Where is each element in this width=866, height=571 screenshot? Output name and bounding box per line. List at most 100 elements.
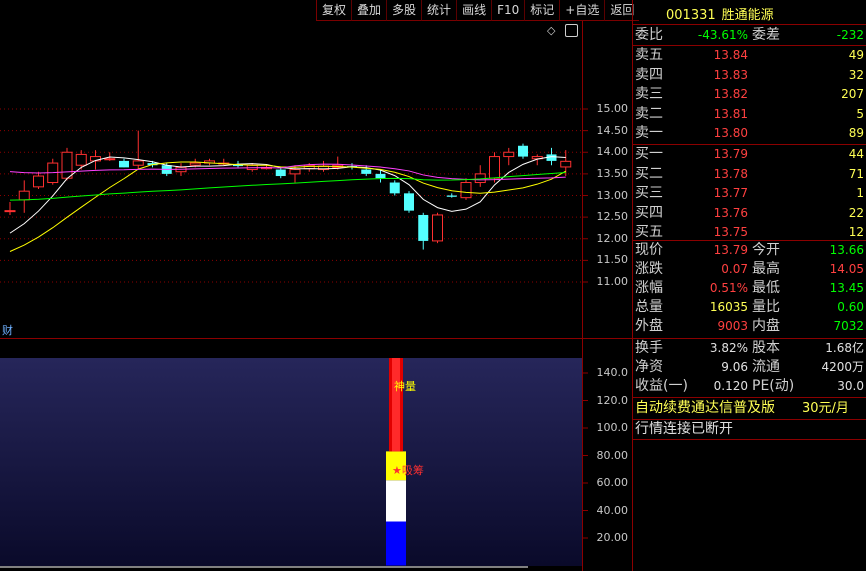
quote-row: 涨跌 0.07 最高 14.05: [634, 260, 866, 279]
quote-value: 0.51%: [709, 281, 748, 295]
asks-label: 卖四: [635, 66, 663, 83]
fund-label: 流通: [752, 359, 780, 375]
candle-body: [61, 151, 73, 179]
quote-label: 涨幅: [635, 280, 663, 296]
y-tick-label: 12.50: [596, 210, 629, 224]
stock-code: 001331: [666, 8, 716, 23]
status-text: 行情连接已断开: [635, 421, 733, 437]
toolbar-button[interactable]: 复权: [316, 0, 352, 21]
y-tick-label: 14.00: [596, 145, 629, 159]
quote-row: 外盘 9003 内盘 7032: [634, 317, 866, 336]
toolbar-button[interactable]: 多股: [386, 0, 422, 21]
bids-volume: 44: [848, 147, 864, 161]
candle-body: [518, 145, 528, 157]
indicator-label-top: 神量: [394, 380, 416, 393]
toolbar-button[interactable]: F10: [491, 0, 525, 21]
diamond-icon[interactable]: ◇: [547, 25, 559, 37]
asks-label: 卖五: [635, 47, 663, 63]
y-tick-label: 11.50: [596, 253, 629, 267]
indicator-y-tick-label: 20.00: [596, 531, 629, 544]
asks-price: 13.81: [713, 106, 748, 121]
indicator-y-tick-label: 40.00: [596, 503, 629, 517]
asks-label: 卖一: [635, 125, 663, 141]
indicator-bar-highlight: [392, 358, 400, 452]
toolbar-button[interactable]: +自选: [559, 0, 605, 21]
bids-row[interactable]: 买四 13.76 22: [634, 204, 866, 223]
toolbar-button[interactable]: 返回: [604, 0, 640, 21]
fund-value: 3.82%: [709, 341, 748, 355]
asks-price: 13.82: [713, 87, 748, 101]
weibi-value: -43.61%: [697, 28, 748, 42]
candle-body: [489, 156, 500, 179]
quote-value: 13.66: [829, 243, 864, 257]
panel-divider: [632, 0, 633, 571]
asks-row[interactable]: 卖一 13.80 89: [634, 124, 866, 143]
indicator-chart[interactable]: [0, 339, 632, 571]
toolbar-button[interactable]: 画线: [456, 0, 492, 21]
toolbar-button[interactable]: 标记: [524, 0, 560, 21]
indicator-y-tick-label: 140.0: [596, 366, 629, 379]
indicator-y-tick-label: 60.00: [596, 476, 629, 489]
candle-body: [104, 158, 116, 161]
fundamental-row: 收益(一) 0.120 PE(动) 30.0: [634, 377, 866, 396]
window-toggle-icon[interactable]: [565, 24, 578, 37]
axis-divider: [582, 21, 583, 571]
candle-body: [289, 169, 301, 175]
asks-volume: 5: [856, 106, 864, 121]
bids-volume: 71: [848, 166, 864, 181]
quote-label: 现价: [635, 242, 663, 258]
quote-label: 外盘: [635, 318, 663, 334]
quote-value: 9003: [717, 319, 748, 333]
candle-body: [119, 160, 129, 168]
asks-label: 卖二: [635, 105, 663, 122]
candle-body: [432, 214, 443, 242]
toolbar-button[interactable]: 统计: [421, 0, 457, 21]
quote-row: 总量 16035 量比 0.60: [634, 298, 866, 317]
y-tick-label: 13.00: [596, 188, 629, 202]
bids-row[interactable]: 买二 13.78 71: [634, 165, 866, 184]
y-tick-label: 13.50: [596, 166, 629, 180]
candle-body: [361, 169, 372, 174]
kline-chart[interactable]: [0, 21, 632, 339]
indicator-y-tick-label: 100.0: [596, 421, 629, 434]
indicator-background: [0, 358, 582, 566]
indicator-label-mid: ★吸筹: [392, 464, 424, 477]
notice-price[interactable]: 30元/月: [802, 399, 860, 418]
bids-price: 13.76: [713, 205, 748, 220]
quote-label: 最高: [752, 261, 780, 277]
candle-body: [75, 153, 87, 166]
bids-label: 买二: [635, 165, 663, 182]
candle-body: [503, 151, 515, 158]
subscription-notice[interactable]: 自动续费通达信普及版 30元/月: [634, 399, 866, 418]
indicator-bar-segment: [386, 521, 406, 566]
candle-body: [33, 175, 44, 188]
quote-label: 涨跌: [635, 261, 663, 277]
bids-row[interactable]: 买三 13.77 1: [634, 184, 866, 203]
asks-row[interactable]: 卖二 13.81 5: [634, 105, 866, 124]
bids-price: 13.78: [713, 166, 748, 181]
fund-value: 4200万: [821, 360, 864, 374]
toolbar-button[interactable]: 叠加: [351, 0, 387, 21]
asks-row[interactable]: 卖五 13.84 49: [634, 46, 866, 65]
notice-text[interactable]: 自动续费通达信普及版: [635, 399, 775, 418]
quote-value: 0.60: [837, 300, 864, 314]
candle-body: [4, 210, 16, 213]
stock-name: 胜通能源: [721, 8, 774, 23]
asks-price: 13.83: [713, 67, 748, 82]
quote-label: 最低: [752, 280, 780, 296]
bids-row[interactable]: 买一 13.79 44: [634, 145, 866, 164]
asks-row[interactable]: 卖四 13.83 32: [634, 66, 866, 85]
asks-volume: 89: [848, 126, 864, 140]
candle-body: [418, 214, 429, 241]
weicha-label: 委差: [752, 27, 780, 43]
candle-body: [275, 169, 286, 177]
bids-label: 买四: [635, 204, 663, 221]
finance-label[interactable]: 财: [2, 322, 13, 338]
indicator-y-tick-label: 80.00: [596, 448, 629, 462]
asks-label: 卖三: [635, 86, 663, 102]
quote-label: 总量: [635, 299, 663, 315]
bids-label: 买一: [635, 146, 663, 162]
chart-toolbar: 复权 叠加 多股 统计 画线 F10 标记 +自选 返回: [316, 0, 640, 21]
asks-row[interactable]: 卖三 13.82 207: [634, 85, 866, 104]
y-tick-label: 12.00: [596, 231, 629, 245]
